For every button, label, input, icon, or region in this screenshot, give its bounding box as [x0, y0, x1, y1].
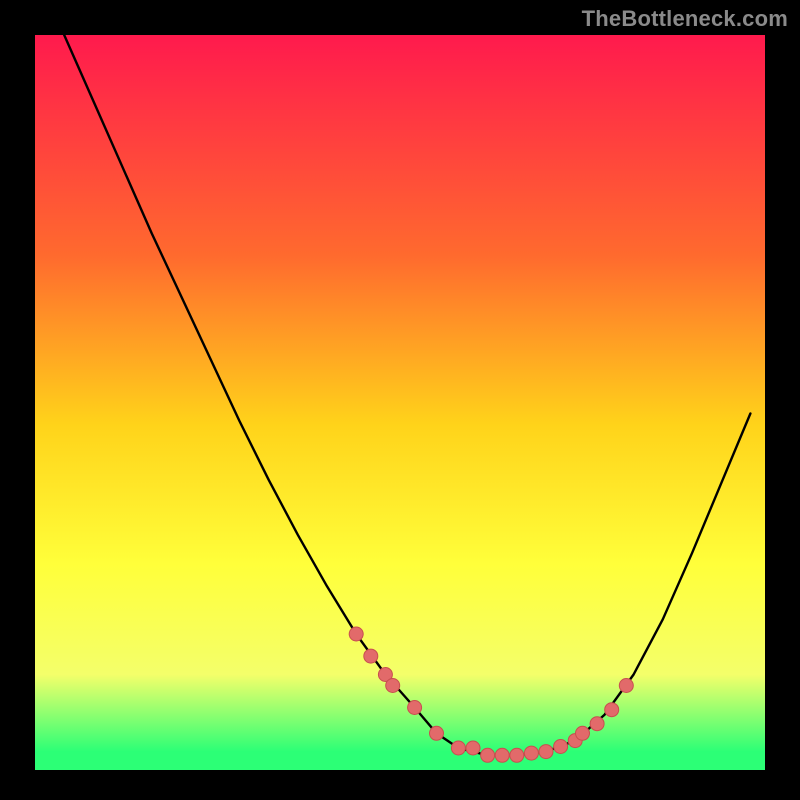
- curve-marker: [590, 717, 604, 731]
- curve-marker: [408, 701, 422, 715]
- curve-marker: [605, 703, 619, 717]
- curve-marker: [386, 679, 400, 693]
- curve-marker: [539, 745, 553, 759]
- curve-marker: [576, 726, 590, 740]
- curve-marker: [430, 726, 444, 740]
- curve-marker: [510, 748, 524, 762]
- curve-marker: [466, 741, 480, 755]
- curve-marker: [364, 649, 378, 663]
- curve-marker: [524, 746, 538, 760]
- curve-marker: [495, 748, 509, 762]
- curve-marker: [619, 679, 633, 693]
- curve-marker: [451, 741, 465, 755]
- chart-frame: TheBottleneck.com: [0, 0, 800, 800]
- curve-marker: [554, 740, 568, 754]
- curve-marker: [349, 627, 363, 641]
- curve-marker: [481, 748, 495, 762]
- bottleneck-chart: [0, 0, 800, 800]
- plot-background: [35, 35, 765, 770]
